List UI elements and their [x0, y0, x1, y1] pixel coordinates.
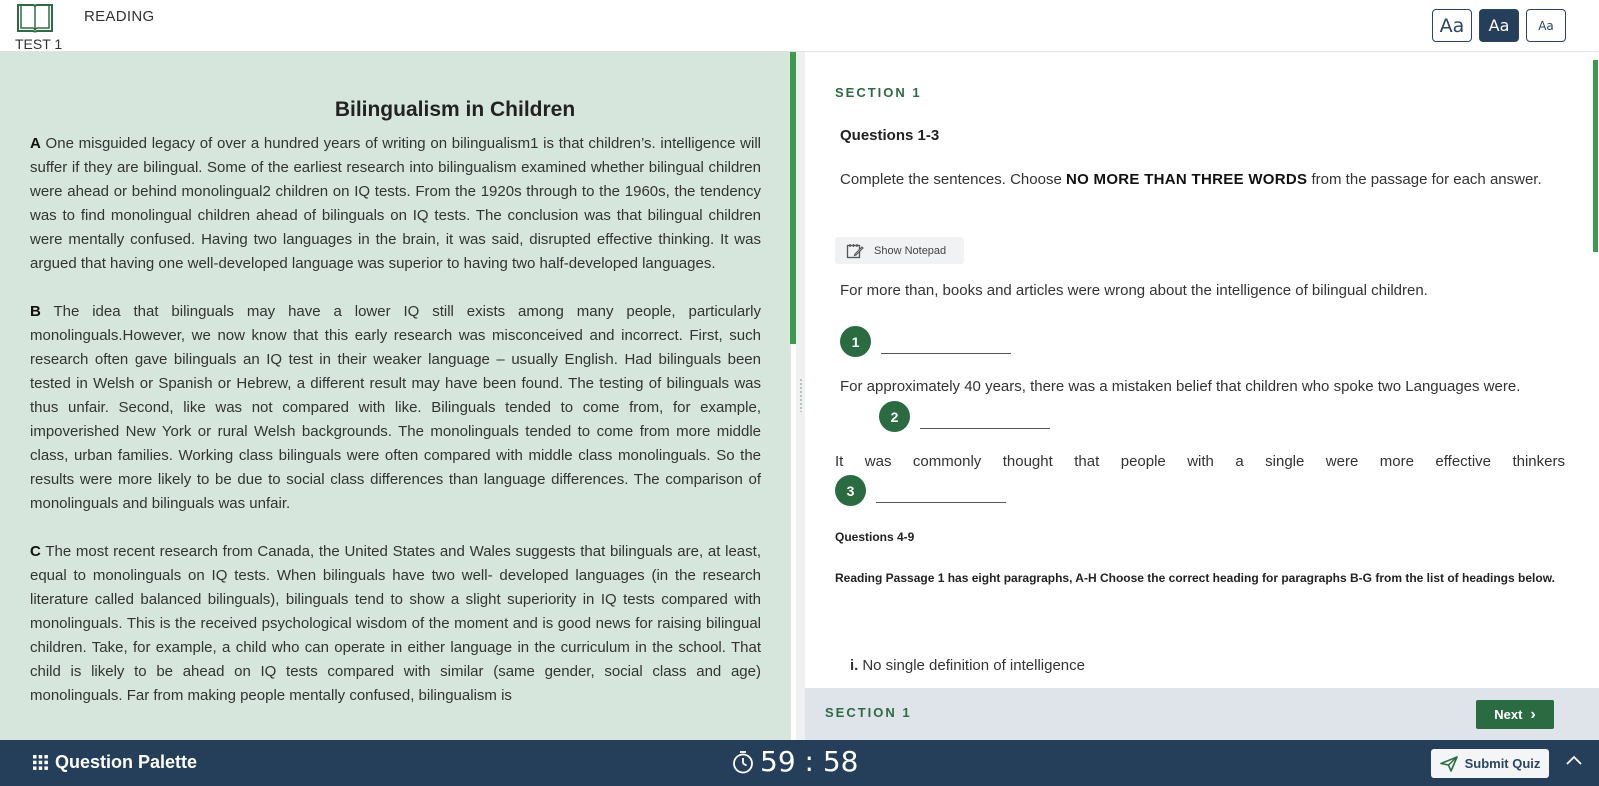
paragraph-c: C The most recent research from Canada, … [30, 540, 761, 708]
paragraph-b: B The idea that bilinguals may have a lo… [30, 300, 761, 516]
passage-text: A One misguided legacy of over a hundred… [30, 132, 761, 732]
book-icon [17, 4, 53, 33]
bottom-bar: Question Palette 59 : 58 Submit Quiz [0, 740, 1599, 786]
paragraph-a: A One misguided legacy of over a hundred… [30, 132, 761, 276]
paragraph-text: The most recent research from Canada, th… [30, 543, 761, 704]
question-2-answer-input[interactable] [920, 428, 1050, 429]
notepad-icon [846, 243, 864, 258]
question-1-text: For more than, books and articles were w… [840, 282, 1428, 299]
question-3-number: 3 [835, 475, 866, 506]
font-size-medium-button[interactable]: Aa [1479, 9, 1519, 42]
questions-scrollbar[interactable] [1593, 60, 1598, 252]
font-size-large-button[interactable]: Aa [1432, 9, 1472, 42]
submit-quiz-button[interactable]: Submit Quiz [1431, 749, 1549, 778]
grid-icon [33, 755, 48, 770]
paragraph-text: The idea that bilinguals may have a lowe… [30, 303, 761, 512]
next-label: Next [1494, 707, 1523, 722]
send-icon [1439, 755, 1458, 772]
question-2-text: For approximately 40 years, there was a … [840, 378, 1521, 395]
instruction-text: Complete the sentences. Choose [840, 171, 1066, 188]
stopwatch-icon [733, 750, 753, 773]
question-3-answer-input[interactable] [876, 502, 1006, 503]
instruction-emphasis: NO MORE THAN THREE WORDS [1065, 171, 1308, 188]
instruction-text: from the passage for each answer. [1307, 171, 1542, 188]
section-title: READING [84, 8, 155, 25]
question-3-text: It was commonly thought that people with… [835, 453, 1565, 470]
splitter-handle-icon[interactable] [799, 378, 803, 412]
questions-pane: SECTION 1 Questions 1-3 Complete the sen… [805, 52, 1599, 688]
questions-1-3-instruction: Complete the sentences. Choose NO MORE T… [840, 168, 1560, 192]
paragraph-letter: B [30, 303, 41, 320]
test-label: TEST 1 [15, 36, 63, 52]
passage-pane: Bilingualism in Children A One misguided… [0, 52, 791, 740]
timer: 59 : 58 [732, 745, 859, 778]
question-palette-label: Question Palette [55, 752, 198, 772]
footer-section-label: SECTION 1 [825, 705, 912, 720]
questions-4-9-heading: Questions 4-9 [835, 530, 915, 544]
paragraph-letter: C [30, 543, 41, 560]
top-bar: READING TEST 1 Aa Aa Aa [0, 0, 1599, 52]
timer-value: 59 : 58 [760, 745, 859, 778]
heading-text: No single definition of intelligence [862, 657, 1085, 674]
font-size-small-button[interactable]: Aa [1526, 9, 1566, 42]
paragraph-text: One misguided legacy of over a hundred y… [30, 135, 761, 272]
questions-4-9-instruction: Reading Passage 1 has eight paragraphs, … [835, 571, 1555, 585]
heading-option-i: i. No single definition of intelligence [850, 657, 1085, 674]
section-footer: SECTION 1 Next › [805, 688, 1599, 740]
question-palette-button[interactable]: Question Palette [33, 752, 197, 773]
chevron-up-icon[interactable] [1566, 753, 1582, 771]
paragraph-letter: A [30, 135, 41, 152]
next-button[interactable]: Next › [1476, 700, 1554, 729]
question-1-answer-input[interactable] [881, 353, 1011, 354]
submit-quiz-label: Submit Quiz [1464, 756, 1541, 771]
show-notepad-button[interactable]: Show Notepad [835, 237, 964, 264]
question-2-number: 2 [879, 401, 910, 432]
questions-1-3-heading: Questions 1-3 [840, 127, 940, 144]
question-1-number: 1 [840, 326, 871, 357]
notepad-label: Show Notepad [874, 244, 947, 257]
heading-marker: i. [850, 657, 859, 674]
chevron-right-icon: › [1530, 705, 1536, 723]
section-label: SECTION 1 [835, 85, 922, 100]
passage-title: Bilingualism in Children [334, 98, 576, 121]
